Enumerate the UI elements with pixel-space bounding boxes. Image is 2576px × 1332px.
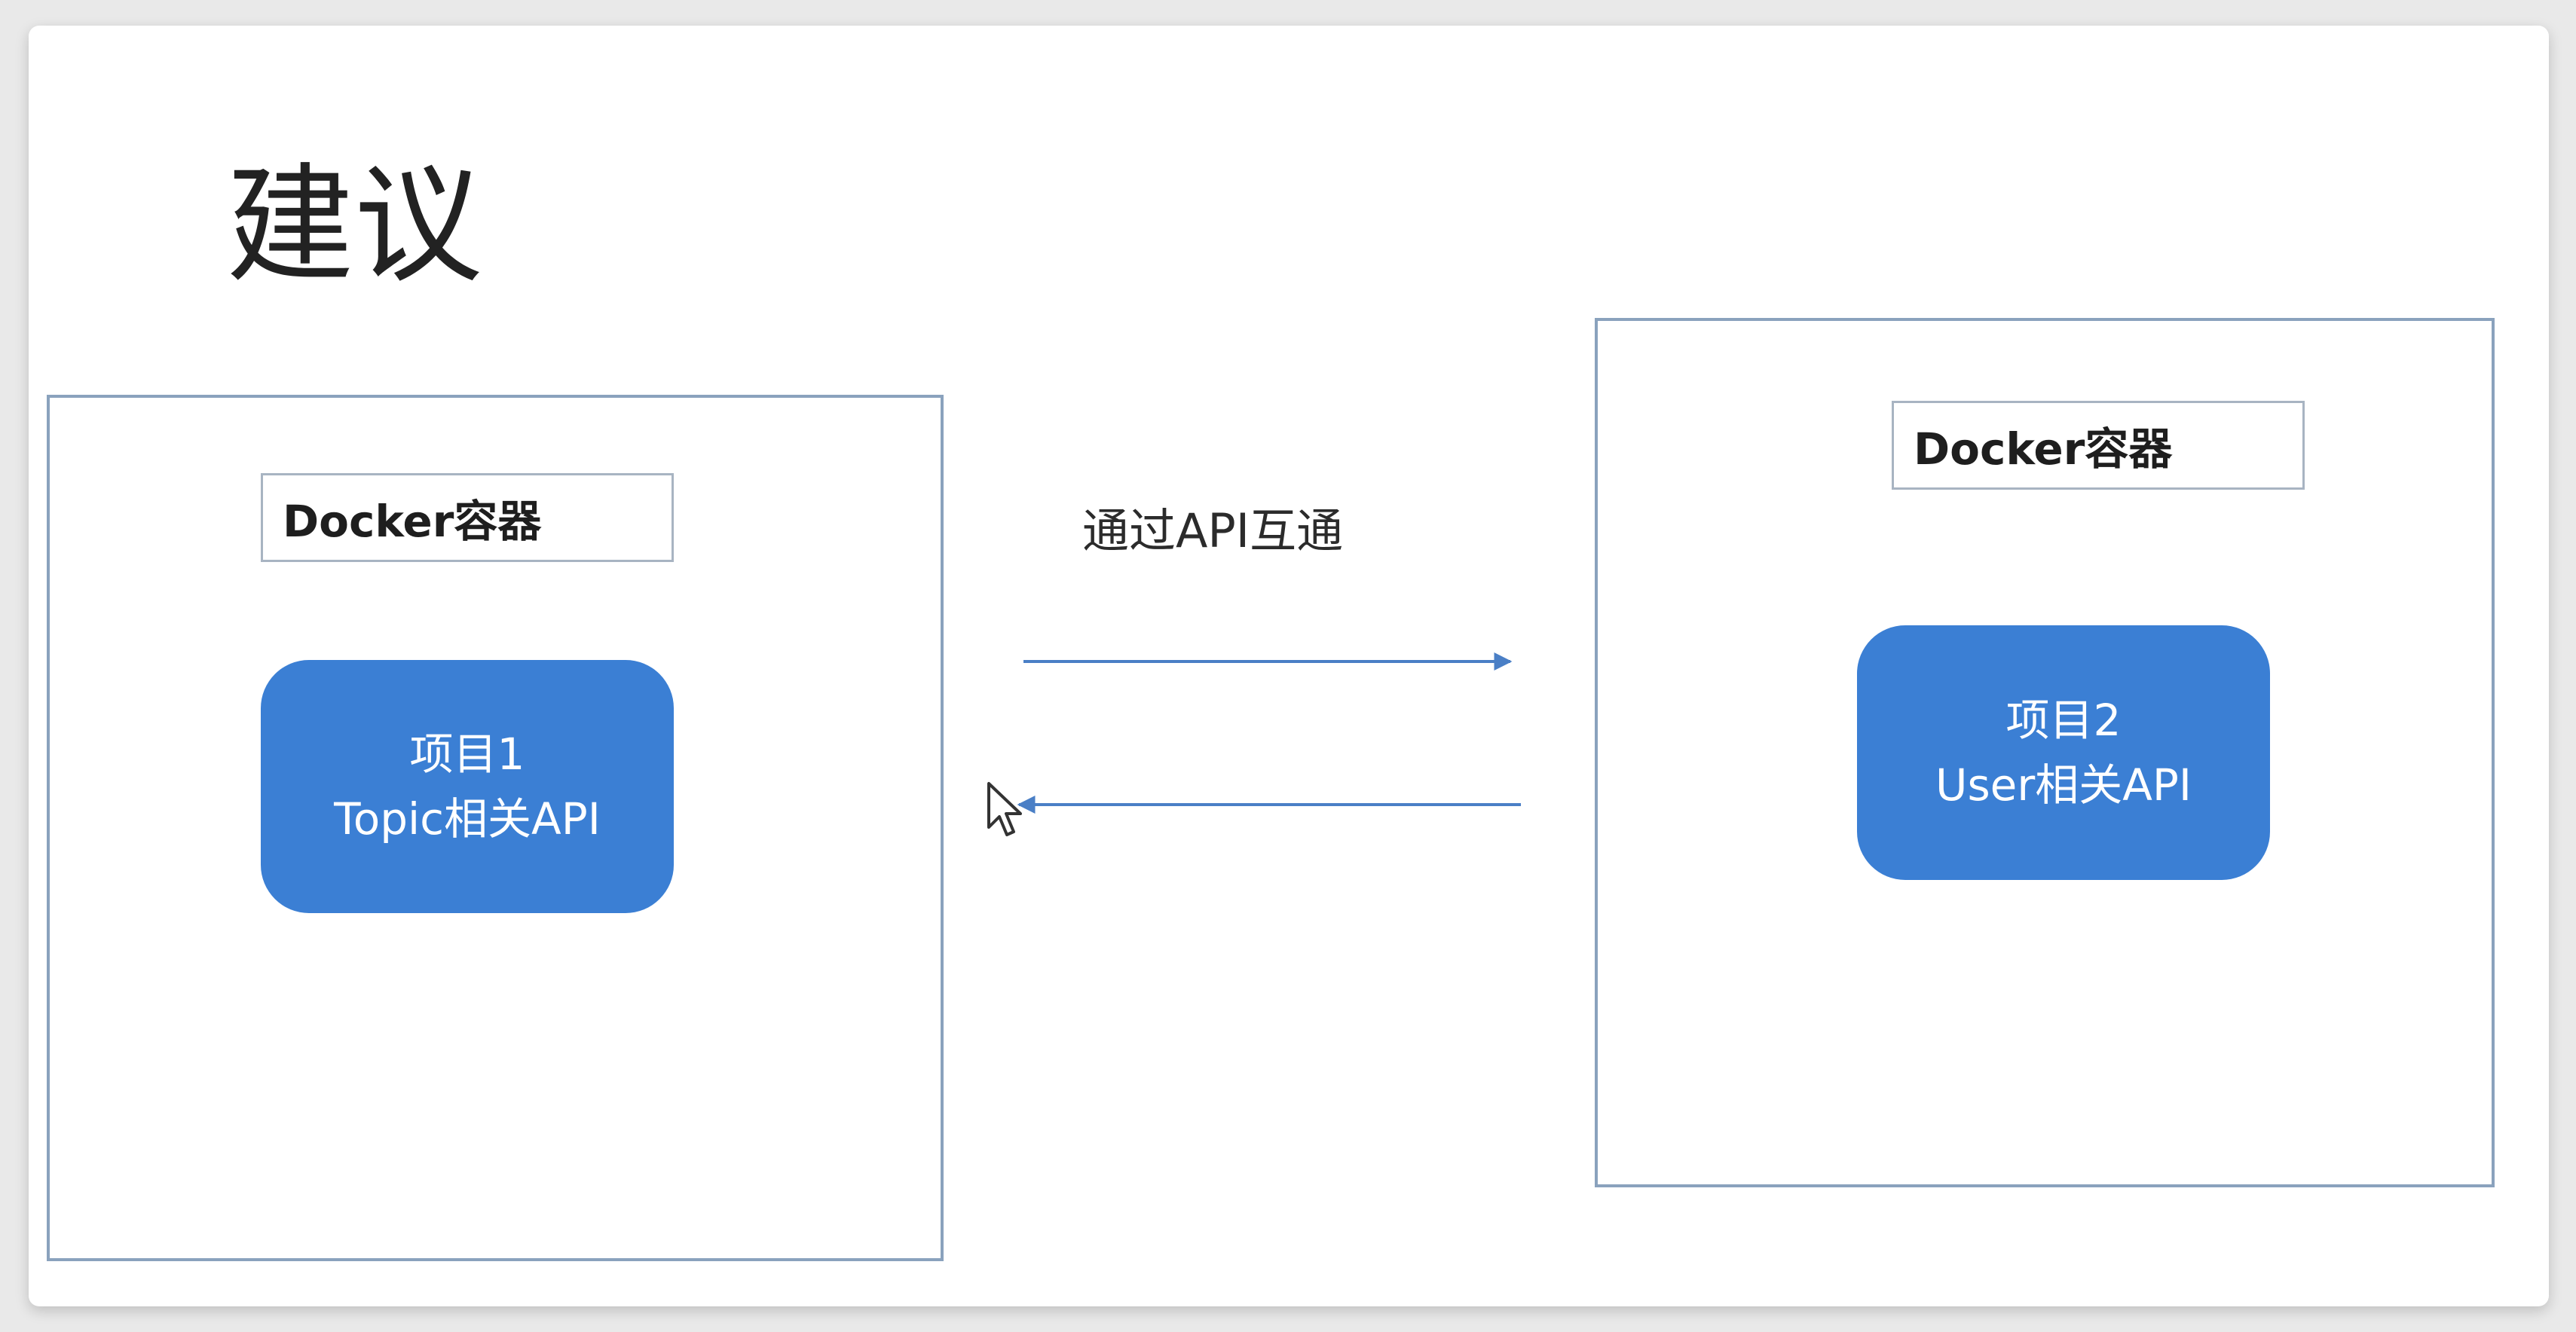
mouse-pointer-icon <box>987 782 1022 836</box>
arrows-layer <box>987 652 1521 836</box>
stage: 建议 Docker容器 项目1 Topic相关API Docker容器 项目2 … <box>0 0 2576 1332</box>
